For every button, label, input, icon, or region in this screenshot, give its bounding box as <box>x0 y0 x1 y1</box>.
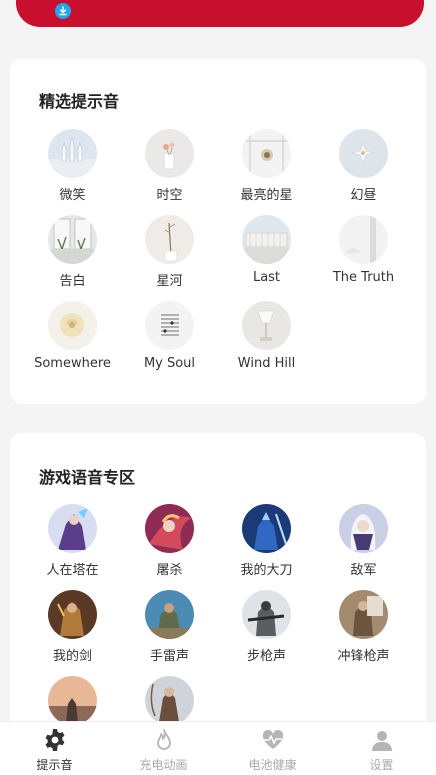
building-sky-thumbnail <box>242 215 291 264</box>
heartbeat-icon <box>261 728 285 752</box>
golden-warrior-thumbnail <box>48 590 97 639</box>
user-icon <box>370 728 394 752</box>
featured-item-label: Somewhere <box>34 356 111 371</box>
flower-vase-thumbnail <box>145 129 194 178</box>
white-flower-thumbnail <box>339 129 388 178</box>
nav-label: 设置 <box>369 758 394 772</box>
game-item-label: 冲锋枪声 <box>337 649 390 664</box>
featured-item-label: My Soul <box>143 356 196 371</box>
game-section-title: 游戏语音专区 <box>39 468 136 487</box>
flame-icon <box>152 728 176 752</box>
bottom-navigation: 提示音 充电动画 电池健康 设置 <box>0 721 436 775</box>
featured-item[interactable]: 告白 <box>24 215 121 301</box>
gear-icon <box>43 728 67 752</box>
featured-item[interactable]: Wind Hill <box>218 301 315 387</box>
gunner-thumbnail <box>339 590 388 639</box>
game-item-label: 敌军 <box>350 563 377 578</box>
featured-section-title: 精选提示音 <box>39 92 120 111</box>
featured-item-label: Wind Hill <box>237 356 296 371</box>
featured-item[interactable]: 幻昼 <box>315 129 412 215</box>
featured-item-label: 微笑 <box>59 188 86 203</box>
game-item[interactable]: 屠杀 <box>121 504 218 590</box>
sunset-character-thumbnail <box>48 676 97 725</box>
featured-item-label: The Truth <box>332 270 395 285</box>
download-icon[interactable] <box>55 3 71 19</box>
featured-item[interactable]: My Soul <box>121 301 218 387</box>
featured-ringtones-card: 精选提示音 微笑 时空 最亮的星 幻昼 告白 星河 Last The Truth… <box>10 59 426 404</box>
top-banner[interactable] <box>16 0 424 27</box>
white-room-thumbnail <box>339 215 388 264</box>
featured-item-label: 幻昼 <box>350 188 377 203</box>
blue-knight-thumbnail <box>242 504 291 553</box>
red-warrior-thumbnail <box>145 504 194 553</box>
featured-item-label: Last <box>252 270 281 285</box>
lamp-thumbnail <box>242 301 291 350</box>
nav-item-ringtones[interactable]: 提示音 <box>0 722 109 775</box>
featured-item-label: 最亮的星 <box>240 188 293 203</box>
game-item[interactable]: 手雷声 <box>121 590 218 676</box>
featured-item-label: 告白 <box>59 274 86 289</box>
featured-item[interactable]: 微笑 <box>24 129 121 215</box>
nav-label: 充电动画 <box>139 758 188 772</box>
game-item-label: 我的大刀 <box>240 563 293 578</box>
featured-item[interactable]: 星河 <box>121 215 218 301</box>
nav-item-battery-health[interactable]: 电池健康 <box>218 722 327 775</box>
game-item-label: 步枪声 <box>246 649 286 664</box>
featured-item[interactable]: 最亮的星 <box>218 129 315 215</box>
music-notes-thumbnail <box>145 301 194 350</box>
featured-item[interactable]: Somewhere <box>24 301 121 387</box>
rifle-soldier-thumbnail <box>242 590 291 639</box>
featured-item[interactable]: Last <box>218 215 315 301</box>
game-item-label: 我的剑 <box>52 649 92 664</box>
featured-item-label: 时空 <box>156 188 183 203</box>
cathedral-thumbnail <box>48 129 97 178</box>
game-item[interactable]: 我的大刀 <box>218 504 315 590</box>
nav-item-charging-animation[interactable]: 充电动画 <box>109 722 218 775</box>
archer-thumbnail <box>145 676 194 725</box>
window-plants-thumbnail <box>48 215 97 264</box>
game-item-label: 人在塔在 <box>46 563 99 578</box>
game-item-label: 手雷声 <box>149 649 189 664</box>
featured-item-label: 星河 <box>156 274 183 289</box>
window-flower-thumbnail <box>242 129 291 178</box>
soldier-thumbnail <box>145 590 194 639</box>
game-item-label: 屠杀 <box>156 563 183 578</box>
nav-label: 电池健康 <box>248 758 297 772</box>
game-item[interactable]: 冲锋枪声 <box>315 590 412 676</box>
mage-character-thumbnail <box>48 504 97 553</box>
nav-label: 提示音 <box>36 758 73 772</box>
featured-item[interactable]: The Truth <box>315 215 412 301</box>
white-hair-character-thumbnail <box>339 504 388 553</box>
nav-item-settings[interactable]: 设置 <box>327 722 436 775</box>
game-item[interactable]: 敌军 <box>315 504 412 590</box>
game-item[interactable]: 我的剑 <box>24 590 121 676</box>
dried-stem-thumbnail <box>145 215 194 264</box>
cream-rose-thumbnail <box>48 301 97 350</box>
featured-item[interactable]: 时空 <box>121 129 218 215</box>
game-item[interactable]: 步枪声 <box>218 590 315 676</box>
game-voice-card: 游戏语音专区 人在塔在 屠杀 我的大刀 敌军 我的剑 手雷声 步枪声 冲锋枪声 <box>10 433 426 763</box>
game-item[interactable]: 人在塔在 <box>24 504 121 590</box>
